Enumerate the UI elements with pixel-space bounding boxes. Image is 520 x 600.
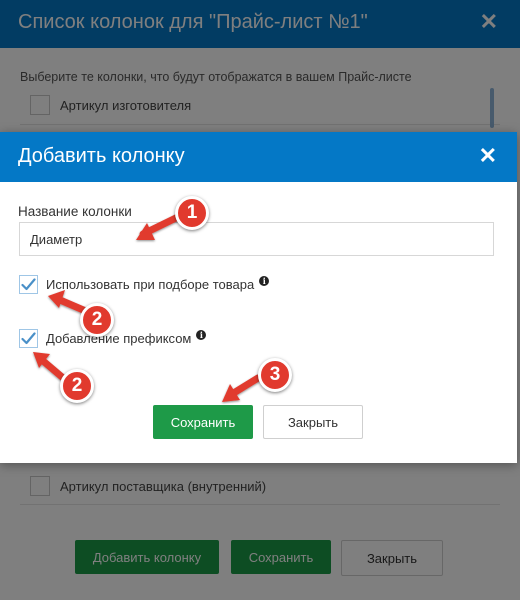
use-in-selection-checkbox[interactable] (19, 275, 38, 294)
checkmark-icon (21, 332, 36, 345)
add-prefix-row[interactable]: Добавление префиксом i (19, 329, 207, 348)
close-icon[interactable]: ✕ (479, 143, 497, 169)
column-name-input[interactable] (19, 222, 494, 256)
annotation-badge-2: 2 (80, 303, 114, 337)
info-icon[interactable]: i (196, 329, 207, 340)
use-in-selection-label: Использовать при подборе товара (46, 277, 255, 292)
annotation-badge-3: 3 (258, 358, 292, 392)
save-button[interactable]: Сохранить (153, 405, 253, 439)
add-column-title: Добавить колонку (18, 145, 185, 167)
checkmark-icon (21, 278, 36, 291)
annotation-badge-2: 2 (60, 369, 94, 403)
add-prefix-label: Добавление префиксом (46, 331, 192, 346)
close-button[interactable]: Закрыть (263, 405, 363, 439)
annotation-badge-1: 1 (175, 196, 209, 230)
add-column-header: Добавить колонку ✕ (0, 132, 517, 182)
add-prefix-checkbox[interactable] (19, 329, 38, 348)
add-column-dialog: Добавить колонку ✕ Название колонки Испо… (0, 132, 517, 463)
info-icon[interactable]: i (259, 275, 270, 286)
column-name-label: Название колонки (18, 204, 132, 219)
use-in-selection-row[interactable]: Использовать при подборе товара i (19, 275, 270, 294)
